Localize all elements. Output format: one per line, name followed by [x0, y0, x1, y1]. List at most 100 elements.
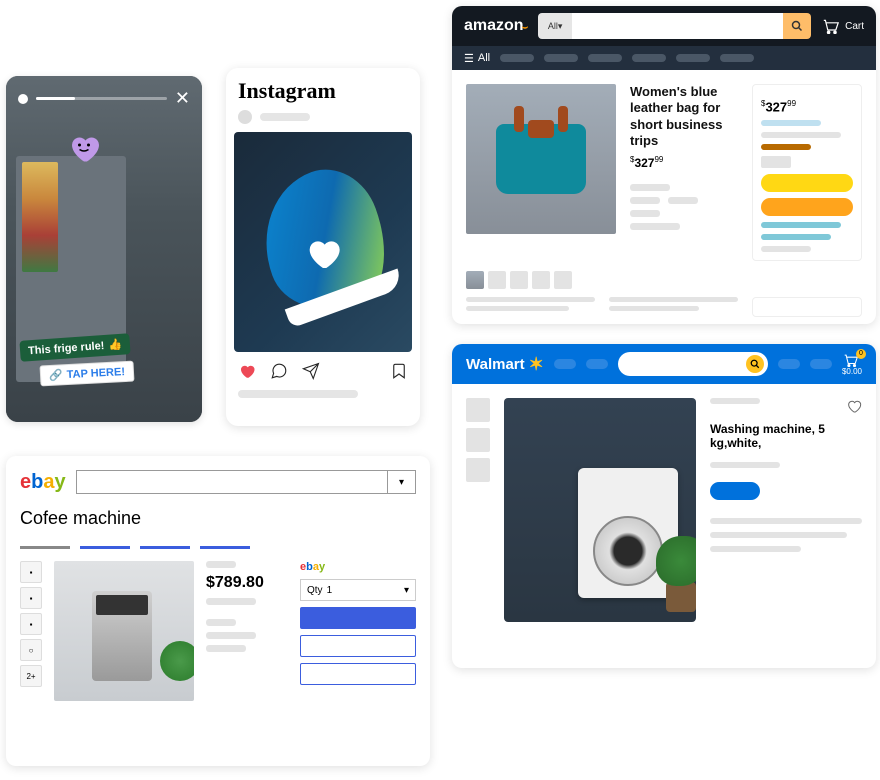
buy-now-button[interactable] [761, 198, 853, 216]
nav-item[interactable] [676, 54, 710, 62]
nav-item[interactable] [554, 359, 576, 369]
product-image[interactable] [466, 84, 616, 234]
search-button[interactable] [783, 13, 811, 39]
product-price: $32799 [630, 155, 738, 170]
product-body: ▪ ▪ ▪ ○ 2+ $789.80 ebay Qty 1 ▾ [20, 561, 416, 701]
product-image[interactable] [504, 398, 696, 622]
cart-button[interactable]: 0 $0.00 [842, 353, 862, 376]
add-to-cart-button[interactable] [710, 482, 760, 500]
post-header [226, 110, 420, 132]
product-thumbnail[interactable] [510, 271, 528, 289]
amazon-product-card: amazon⌣ All ▾ Cart ☰ All Women's blue le… [452, 6, 876, 324]
nav-item[interactable] [720, 54, 754, 62]
spark-icon: ✶ [529, 354, 544, 375]
shipping-line [761, 120, 821, 126]
add-to-cart-button[interactable] [761, 174, 853, 192]
nav-item[interactable] [586, 359, 608, 369]
product-thumbnail[interactable]: ▪ [20, 613, 42, 635]
cart-button[interactable]: Cart [821, 18, 864, 34]
search-bar: All ▾ [538, 13, 811, 39]
caption-text: This frige rule! [28, 339, 105, 356]
nav-item[interactable] [544, 54, 578, 62]
product-thumbnail[interactable]: ○ [20, 639, 42, 661]
footer-line [609, 297, 738, 302]
info-line [630, 223, 680, 230]
more-thumbnails[interactable]: 2+ [20, 665, 42, 687]
story-avatar[interactable] [18, 94, 28, 104]
product-thumbnail[interactable] [466, 428, 490, 452]
category-tab[interactable] [80, 539, 130, 549]
condition-line [206, 561, 236, 568]
quantity-select[interactable]: Qty 1 ▾ [300, 579, 416, 601]
info-line [630, 210, 660, 217]
footer-box [752, 297, 862, 317]
add-to-cart-button[interactable] [300, 635, 416, 657]
ebay-logo[interactable]: ebay [20, 471, 66, 494]
nav-item[interactable] [632, 54, 666, 62]
detail-line [710, 532, 847, 538]
product-price: $789.80 [206, 574, 288, 592]
add-to-watchlist-button[interactable] [300, 663, 416, 685]
category-tabs [20, 539, 416, 549]
category-tab[interactable] [200, 539, 250, 549]
buy-box: ebay Qty 1 ▾ [300, 561, 416, 701]
instagram-post-card: Instagram [226, 68, 420, 426]
product-thumbnail[interactable] [554, 271, 572, 289]
search-input[interactable] [572, 13, 783, 39]
like-button[interactable] [238, 362, 256, 380]
secure-line [761, 222, 841, 228]
delivery-line [761, 132, 841, 138]
qty-select[interactable] [761, 156, 791, 168]
buy-it-now-button[interactable] [300, 607, 416, 629]
product-thumbnail[interactable]: ▪ [20, 561, 42, 583]
thumbs-up-emoji: 👍 [108, 338, 123, 352]
close-icon[interactable]: ✕ [175, 88, 190, 109]
product-thumbnail[interactable] [466, 398, 490, 422]
like-heart-icon [303, 233, 343, 273]
bookmark-icon[interactable] [390, 362, 408, 380]
share-icon[interactable] [302, 362, 320, 380]
product-thumbnail[interactable] [488, 271, 506, 289]
search-button[interactable] [746, 355, 764, 373]
thumbnail-row [452, 271, 876, 289]
ebay-product-card: ebay ▾ Cofee machine ▪ ▪ ▪ ○ 2+ $789.80 [6, 456, 430, 766]
amazon-logo[interactable]: amazon⌣ [464, 17, 528, 35]
footer-info [452, 289, 876, 324]
product-thumbnail[interactable] [466, 458, 490, 482]
search-bar[interactable] [618, 352, 768, 376]
plant-decoration [160, 641, 194, 681]
walmart-logo[interactable]: Walmart✶ [466, 354, 544, 375]
heart-sticker [66, 130, 102, 166]
category-tab[interactable] [140, 539, 190, 549]
post-actions [226, 352, 420, 390]
post-image[interactable] [234, 132, 412, 352]
nav-item[interactable] [778, 359, 800, 369]
product-info: $789.80 [206, 561, 288, 701]
product-thumbnail[interactable] [466, 271, 484, 289]
nav-item[interactable] [588, 54, 622, 62]
detail-line [710, 518, 862, 524]
favorite-icon[interactable] [846, 398, 862, 414]
chevron-down-icon: ▾ [404, 585, 409, 596]
info-line [206, 645, 246, 652]
instagram-story-card: ✕ This frige rule! 👍 🔗 TAP HERE! [6, 76, 202, 422]
search-category-select[interactable]: ▾ [387, 471, 415, 493]
category-tab[interactable] [20, 539, 70, 549]
post-avatar[interactable] [238, 110, 252, 124]
search-category-select[interactable]: All ▾ [538, 13, 572, 39]
product-thumbnail[interactable]: ▪ [20, 587, 42, 609]
comment-icon[interactable] [270, 362, 288, 380]
all-menu-button[interactable]: ☰ All [464, 52, 490, 65]
nav-item[interactable] [810, 359, 832, 369]
thumbnail-column: ▪ ▪ ▪ ○ 2+ [20, 561, 42, 701]
product-thumbnail[interactable] [532, 271, 550, 289]
product-body: Washing machine, 5 kg,white, [452, 384, 876, 636]
detail-line [710, 546, 801, 552]
plant-decoration [656, 532, 696, 612]
nav-item[interactable] [500, 54, 534, 62]
product-image[interactable] [54, 561, 194, 701]
info-line [630, 197, 660, 204]
walmart-product-card: Walmart✶ 0 $0.00 [452, 344, 876, 668]
search-input[interactable] [77, 471, 387, 493]
search-bar: ▾ [76, 470, 416, 494]
